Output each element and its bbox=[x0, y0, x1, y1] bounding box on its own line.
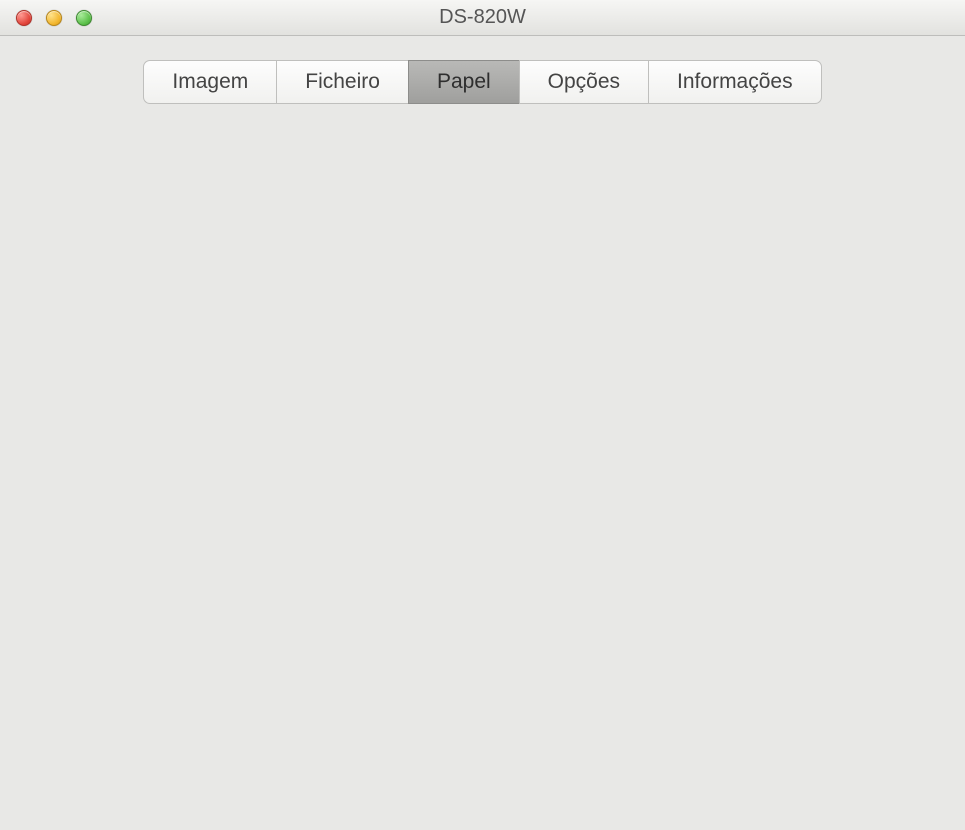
radio-portrait-label: Retrato bbox=[335, 204, 407, 229]
tab-ficheiro[interactable]: Ficheiro bbox=[276, 60, 408, 104]
comprimento-field bbox=[752, 318, 922, 354]
tabbar: Imagem Ficheiro Papel Opções Informações bbox=[0, 60, 965, 104]
close-window-button[interactable] bbox=[16, 10, 32, 26]
tab-imagem[interactable]: Imagem bbox=[143, 60, 276, 104]
tab-informacoes[interactable]: Informações bbox=[648, 60, 822, 104]
units-button-label: Polegadas bbox=[737, 151, 836, 175]
radio-landscape-label: Paisagem bbox=[500, 204, 598, 229]
orientation-landscape: Paisagem bbox=[468, 204, 598, 230]
desvio-x-label: Desvio X: bbox=[43, 257, 203, 283]
traffic-lights bbox=[16, 10, 92, 26]
desvio-y-field bbox=[752, 252, 922, 288]
orientation-portrait[interactable]: Retrato bbox=[303, 204, 408, 230]
largura-field: ▲ ▼ bbox=[213, 318, 433, 354]
titlebar: DS-820W bbox=[0, 0, 965, 36]
largura-input[interactable] bbox=[213, 318, 363, 354]
tab-papel[interactable]: Papel bbox=[408, 60, 519, 104]
desvio-y-label: Desvio Y: bbox=[562, 257, 742, 283]
radio-landscape-icon bbox=[468, 207, 488, 227]
largura-stepper[interactable]: ▲ ▼ bbox=[371, 319, 393, 353]
updown-icon: ▲▼ bbox=[676, 151, 685, 171]
radio-portrait-icon bbox=[303, 207, 323, 227]
comprimento-input[interactable] bbox=[752, 318, 902, 354]
desvio-x-input[interactable] bbox=[213, 252, 363, 288]
page-size-select[interactable]: Automático ▲▼ bbox=[246, 144, 696, 182]
chevron-up-icon: ▲ bbox=[372, 320, 392, 336]
tab-opcoes[interactable]: Opções bbox=[519, 60, 648, 104]
desvio-x-field: ▲ ▼ bbox=[213, 252, 433, 288]
comprimento-label: Comprimento: bbox=[562, 323, 742, 349]
units-button[interactable]: Polegadas bbox=[714, 144, 859, 182]
paper-panel: Tamanho página: Automático ▲▼ Polegadas … bbox=[12, 82, 953, 802]
page-size-label: Tamanho página: bbox=[59, 150, 228, 176]
desvio-y-input[interactable] bbox=[752, 252, 902, 288]
minimize-window-button[interactable] bbox=[46, 10, 62, 26]
page-size-value: Automático bbox=[261, 151, 366, 175]
chevron-down-icon: ▼ bbox=[372, 336, 392, 352]
desvio-x-stepper[interactable]: ▲ ▼ bbox=[371, 253, 393, 287]
chevron-up-icon: ▲ bbox=[372, 254, 392, 270]
window-title: DS-820W bbox=[0, 6, 965, 29]
zoom-window-button[interactable] bbox=[76, 10, 92, 26]
chevron-down-icon: ▼ bbox=[372, 270, 392, 286]
largura-label: Largura: bbox=[43, 323, 203, 349]
